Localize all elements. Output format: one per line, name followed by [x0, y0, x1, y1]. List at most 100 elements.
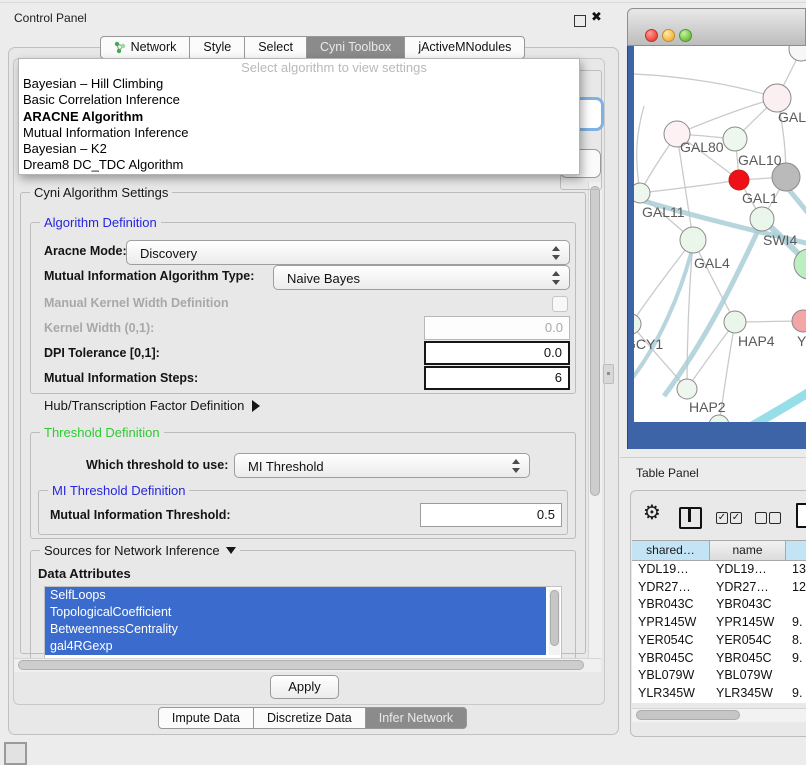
network-node-gal[interactable] — [763, 84, 791, 112]
network-edge — [634, 74, 777, 98]
gear-icon[interactable]: ⚙ — [643, 503, 661, 523]
table-cell: YDR27… — [632, 580, 710, 594]
split-columns-icon[interactable] — [679, 507, 702, 529]
attributes-scrollbar[interactable] — [549, 589, 560, 655]
network-node-label: GAL4 — [694, 255, 730, 271]
network-node-gcy1[interactable] — [634, 314, 641, 334]
network-node[interactable] — [789, 46, 806, 61]
float-panel-icon[interactable] — [574, 15, 586, 27]
hub-definition-expander[interactable]: Hub/Transcription Factor Definition — [44, 398, 260, 413]
expanded-arrow-icon — [226, 547, 236, 554]
network-node-gal11[interactable] — [634, 183, 650, 203]
unchecked-checkbox-icon[interactable] — [755, 512, 767, 524]
bottom-tab-impute-data[interactable]: Impute Data — [158, 707, 254, 729]
data-attributes-list[interactable]: SelfLoopsTopologicalCoefficientBetweenne… — [44, 586, 562, 658]
mi-steps-input[interactable]: 6 — [424, 366, 570, 390]
document-icon[interactable] — [796, 503, 806, 528]
tab-jactivemnodules[interactable]: jActiveMNodules — [404, 36, 525, 59]
tab-network[interactable]: Network — [100, 36, 191, 59]
network-node-label: HAP2 — [689, 399, 726, 415]
tab-select[interactable]: Select — [244, 36, 307, 59]
aracne-mode-select[interactable]: Discovery — [126, 240, 570, 265]
table-row[interactable]: YLR345WYLR345W9. — [632, 685, 806, 703]
data-attribute-item[interactable]: SelfLoops — [45, 587, 546, 604]
table-row[interactable]: YER054CYER054C8. — [632, 632, 806, 650]
table-cell: YLR345W — [632, 686, 710, 700]
table-row[interactable]: YDL19…YDL19…13 — [632, 561, 806, 579]
algorithm-option[interactable]: Bayesian – Hill Climbing — [19, 76, 579, 92]
tab-style[interactable]: Style — [189, 36, 245, 59]
which-threshold-select[interactable]: MI Threshold — [234, 453, 530, 478]
manual-kernel-width-label: Manual Kernel Width Definition — [44, 296, 229, 310]
checked-checkbox-icon[interactable]: ✓ — [716, 512, 728, 524]
network-node-y[interactable] — [792, 310, 806, 332]
data-attributes-label: Data Attributes — [38, 566, 131, 581]
data-attribute-item[interactable]: TopologicalCoefficient — [45, 604, 546, 621]
table-cell: YBR043C — [710, 597, 786, 611]
table-cell: 12 — [786, 580, 806, 594]
table-row[interactable]: YBL079WYBL079W — [632, 667, 806, 685]
data-attribute-item[interactable]: gal4RGexp — [45, 638, 546, 655]
network-node[interactable] — [709, 415, 729, 422]
table-cell: YBR043C — [632, 597, 710, 611]
zoom-traffic-light-icon[interactable] — [679, 29, 692, 42]
column-header-a[interactable]: A — [785, 540, 806, 561]
node-table[interactable]: shared…nameA YDL19…YDL19…13YDR27…YDR27…1… — [632, 540, 806, 703]
network-view-canvas[interactable]: GALGAL80GAL10GAL1GAL11SWI4GAL4HAP4YGCY1H… — [634, 46, 806, 422]
table-cell: YPR145W — [710, 615, 786, 629]
algorithm-option[interactable]: ARACNE Algorithm — [19, 109, 579, 125]
kernel-width-input[interactable]: 0.0 — [424, 316, 570, 340]
aracne-mode-label: Aracne Mode: — [44, 244, 127, 258]
table-row[interactable]: YPR145WYPR145W9. — [632, 614, 806, 632]
minimize-traffic-light-icon[interactable] — [662, 29, 675, 42]
network-node-label: GAL10 — [738, 152, 782, 168]
network-edge — [664, 218, 764, 396]
bottom-tab-discretize-data[interactable]: Discretize Data — [253, 707, 366, 729]
algorithm-option[interactable]: Dream8 DC_TDC Algorithm — [19, 157, 579, 173]
table-horizontal-scrollbar-thumb[interactable] — [636, 710, 740, 720]
network-node-hap4[interactable] — [724, 311, 746, 333]
algorithm-option[interactable]: Bayesian – K2 — [19, 141, 579, 157]
table-cell: YER054C — [632, 633, 710, 647]
unchecked-checkbox-icon[interactable] — [769, 512, 781, 524]
manual-kernel-width-checkbox[interactable] — [552, 296, 568, 312]
close-traffic-light-icon[interactable] — [645, 29, 658, 42]
network-node-gal10[interactable] — [723, 127, 747, 151]
data-attribute-item[interactable]: BetweennessCentrality — [45, 621, 546, 638]
tab-label: Cyni Toolbox — [320, 37, 391, 58]
settings-vertical-scrollbar-thumb[interactable] — [590, 186, 600, 496]
sources-title: Sources for Network Inference — [44, 543, 220, 558]
column-header-shared[interactable]: shared… — [632, 540, 710, 561]
network-node-label: GAL11 — [642, 204, 685, 220]
table-cell: YDR27… — [710, 580, 786, 594]
table-cell: YLR345W — [710, 686, 786, 700]
table-row[interactable]: YBR045CYBR045C9. — [632, 650, 806, 668]
table-row[interactable]: YBR043CYBR043C — [632, 596, 806, 614]
network-node-gal1[interactable] — [729, 170, 749, 190]
tab-cyni-toolbox[interactable]: Cyni Toolbox — [306, 36, 405, 59]
table-cell: 9. — [786, 651, 806, 665]
apply-button[interactable]: Apply — [270, 675, 339, 699]
algorithm-option[interactable]: Basic Correlation Inference — [19, 92, 579, 108]
attributes-scrollbar-thumb[interactable] — [550, 590, 559, 646]
network-node-gal4[interactable] — [680, 227, 706, 253]
settings-horizontal-scrollbar-thumb[interactable] — [18, 660, 584, 670]
hub-definition-label: Hub/Transcription Factor Definition — [44, 398, 244, 413]
column-header-name[interactable]: name — [709, 540, 786, 561]
table-cell: YER054C — [710, 633, 786, 647]
panel-splitter-handle[interactable] — [603, 364, 614, 384]
network-node-swi4[interactable] — [750, 207, 774, 231]
checked-checkbox-icon[interactable]: ✓ — [730, 512, 742, 524]
network-node-hap2[interactable] — [677, 379, 697, 399]
stepper-arrows-icon — [512, 459, 520, 473]
algorithm-option[interactable]: Mutual Information Inference — [19, 125, 579, 141]
mi-algorithm-type-select[interactable]: Naive Bayes — [273, 265, 570, 290]
dpi-tolerance-input[interactable]: 0.0 — [424, 341, 570, 365]
bottom-tab-infer-network[interactable]: Infer Network — [365, 707, 467, 729]
mi-algorithm-type-value: Naive Bayes — [287, 271, 360, 286]
mi-threshold-input[interactable]: 0.5 — [420, 503, 562, 527]
table-row[interactable]: YDR27…YDR27…12 — [632, 579, 806, 597]
sources-expander[interactable]: Sources for Network Inference — [40, 543, 240, 558]
close-icon[interactable]: ✖ — [591, 9, 602, 25]
cyni-settings-panel: Cyni Algorithm Settings Algorithm Defini… — [14, 182, 588, 658]
